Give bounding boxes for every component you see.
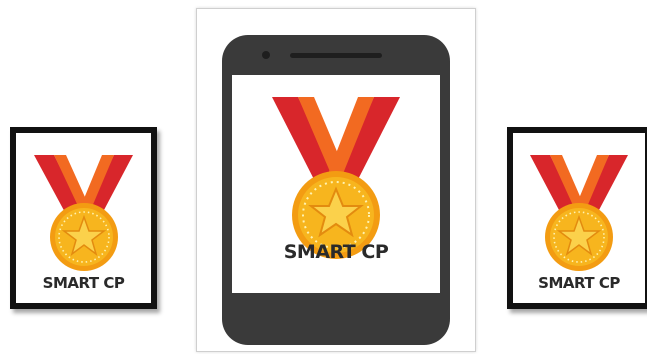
badge-label-right: SMART CP: [538, 274, 620, 292]
phone-screen: SMART CP: [232, 75, 440, 293]
badge-label-center: SMART CP: [283, 241, 389, 263]
badge-card-left: SMART CP: [10, 127, 157, 309]
phone-body: SMART CP: [222, 35, 450, 345]
camera-icon: [262, 51, 270, 59]
phone-mockup-frame: SMART CP: [196, 8, 476, 352]
badge-label-left: SMART CP: [42, 274, 125, 292]
speaker-icon: [290, 53, 382, 58]
badge-card-right: SMART CP: [507, 127, 647, 309]
